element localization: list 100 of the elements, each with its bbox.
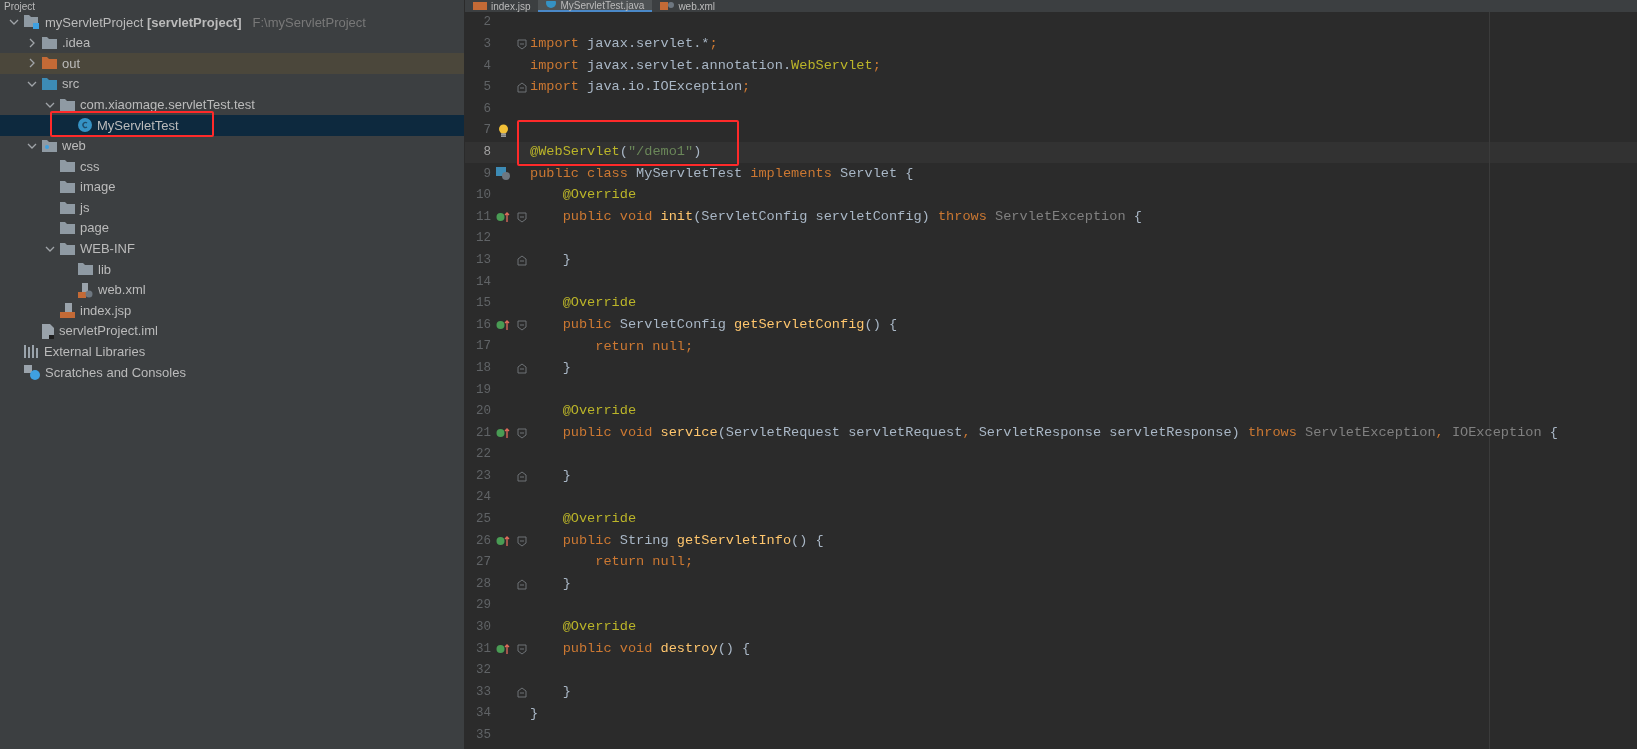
tree-item-label: css [80, 157, 100, 176]
fold-icon[interactable] [517, 686, 527, 698]
tree-item-label: web.xml [98, 281, 146, 300]
line-number: 8 [482, 144, 491, 161]
tree-item-label: External Libraries [44, 343, 146, 362]
tree-item[interactable]: .idea [0, 32, 464, 54]
file-icon [42, 323, 54, 339]
line-number: 12 [475, 230, 491, 248]
tree-item[interactable]: WEB-INF [0, 238, 464, 260]
code-line: } [561, 576, 571, 592]
code-line: @Override [561, 403, 637, 419]
code-line: public void service(ServletRequest servletRequest, ServletResponse servletResponse) throws ServletException, IOException { [561, 424, 1558, 440]
tree-item[interactable]: index.jsp [0, 300, 464, 321]
fold-icon[interactable] [517, 535, 527, 547]
line-number: 23 [475, 467, 491, 485]
line-number: 34 [475, 705, 491, 723]
implements-icon[interactable] [496, 643, 510, 655]
line-number: 25 [475, 511, 491, 529]
line-number: 35 [475, 727, 491, 744]
folder-icon [60, 160, 75, 173]
tree-item[interactable]: image [0, 176, 464, 198]
line-number: 19 [475, 381, 491, 399]
tree-item[interactable]: lib [0, 259, 464, 280]
folder-icon [60, 98, 75, 111]
module-icon [24, 15, 40, 30]
tree-item-label: servletProject.iml [59, 322, 158, 341]
servlet-icon[interactable] [496, 167, 510, 181]
editor-tab[interactable]: web.xml [652, 0, 724, 12]
folder-icon [60, 201, 75, 214]
code-line: public void destroy() { [561, 640, 751, 656]
folder-icon [60, 181, 75, 194]
tree-item-label: Scratches and Consoles [45, 363, 186, 382]
fold-icon[interactable] [517, 211, 527, 223]
tree-item[interactable]: page [0, 217, 464, 239]
folder-icon [42, 78, 57, 91]
tree-item[interactable]: myServletProject [servletProject] F:\myServletProject [0, 12, 464, 33]
line-number: 4 [482, 57, 491, 75]
web-folder-icon [42, 139, 57, 152]
line-number: 16 [475, 316, 491, 334]
tree-item[interactable]: External Libraries [0, 341, 464, 363]
code-line: return null; [594, 338, 694, 354]
project-path: F:\myServletProject [252, 13, 366, 32]
line-number: 32 [475, 662, 491, 680]
tree-item-label: src [62, 75, 80, 94]
tree-item[interactable]: servletProject.iml [0, 320, 464, 342]
code-line: } [561, 468, 571, 484]
tree-item[interactable]: out [0, 53, 464, 74]
implements-icon[interactable] [496, 535, 510, 548]
tree-item[interactable]: Scratches and Consoles [0, 362, 464, 383]
code-line: @Override [561, 295, 637, 311]
jsp-file-icon [473, 2, 487, 10]
line-number: 11 [475, 208, 491, 226]
editor-tab[interactable]: index.jsp [465, 0, 539, 12]
line-number: 15 [475, 295, 491, 313]
panel-title[interactable]: Project [4, 1, 36, 12]
tree-item[interactable]: web.xml [0, 279, 464, 301]
code-line: return null; [594, 554, 694, 570]
tree-item[interactable]: com.xiaomage.servletTest.test [0, 94, 464, 115]
tree-item-label: WEB-INF [80, 240, 135, 259]
editor-tab[interactable]: MyServletTest.java [538, 0, 653, 12]
chevron-right-icon[interactable] [27, 37, 37, 48]
fold-icon[interactable] [517, 82, 527, 94]
fold-icon[interactable] [517, 470, 527, 482]
fold-icon[interactable] [517, 38, 527, 50]
code-line: @Override [561, 619, 637, 635]
code-line: public String getServletInfo() { [561, 532, 824, 548]
line-number: 10 [475, 187, 491, 205]
tree-item-label: web [62, 137, 86, 156]
xml-file-icon [78, 282, 93, 298]
line-number: 30 [475, 619, 491, 637]
lightbulb-icon[interactable] [497, 124, 509, 138]
fold-icon[interactable] [517, 427, 527, 439]
chevron-right-icon[interactable] [27, 58, 37, 69]
class-icon [78, 118, 92, 133]
fold-icon[interactable] [517, 319, 527, 331]
fold-icon[interactable] [517, 254, 527, 266]
xml-file-icon [660, 2, 675, 10]
line-number: 2 [482, 14, 491, 32]
implements-icon[interactable] [496, 211, 510, 224]
tree-item[interactable]: MyServletTest [0, 114, 464, 136]
line-number: 5 [482, 79, 491, 97]
implements-icon[interactable] [496, 319, 510, 332]
tree-item-label: com.xiaomage.servletTest.test [80, 95, 255, 114]
line-number: 7 [482, 122, 491, 140]
line-number: 31 [475, 640, 491, 658]
tree-item-label: myServletProject [servletProject] [45, 13, 242, 32]
implements-icon[interactable] [496, 427, 510, 440]
line-number: 27 [475, 554, 491, 572]
tree-item[interactable]: web [0, 135, 464, 157]
code-line: @Override [561, 511, 637, 527]
fold-icon[interactable] [517, 643, 527, 655]
tree-item[interactable]: js [0, 197, 464, 218]
tree-item-label: js [80, 198, 90, 217]
tree-item[interactable]: src [0, 73, 464, 95]
line-number: 28 [475, 575, 491, 593]
fold-icon[interactable] [517, 362, 527, 374]
tree-item-label: index.jsp [80, 301, 132, 320]
line-number: 22 [475, 446, 491, 464]
fold-icon[interactable] [517, 578, 527, 590]
tree-item[interactable]: css [0, 156, 464, 177]
